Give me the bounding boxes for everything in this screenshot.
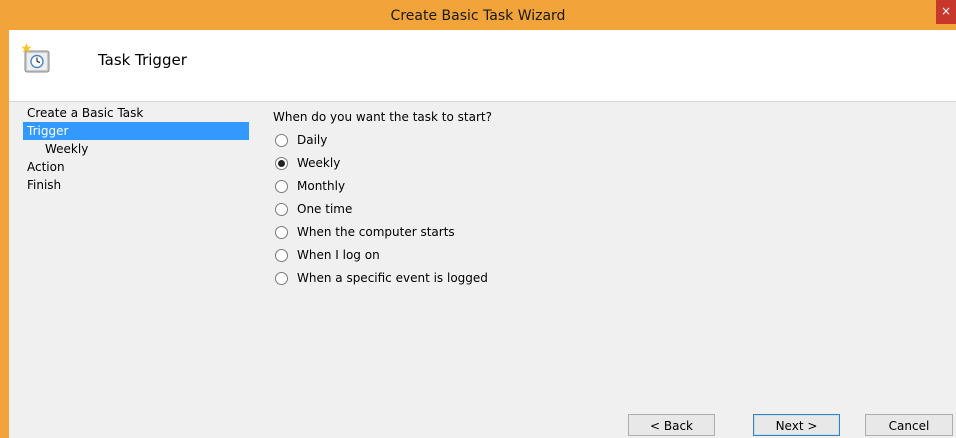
trigger-options: Daily Weekly Monthly One time When the c… [273,129,953,290]
radio-option-daily[interactable]: Daily [273,129,953,152]
radio-button[interactable] [275,203,288,216]
back-button[interactable]: < Back [628,414,715,436]
nav-item-create-basic-task[interactable]: Create a Basic Task [23,104,249,122]
wizard-body: Task Trigger Create a Basic Task Trigger… [9,30,956,438]
nav-item-trigger[interactable]: Trigger [23,122,249,140]
title-bar: Create Basic Task Wizard × [0,0,956,30]
radio-button[interactable] [275,226,288,239]
radio-label: Weekly [297,156,341,170]
radio-label: Monthly [297,179,346,193]
radio-option-log-on[interactable]: When I log on [273,244,953,267]
radio-button[interactable] [275,249,288,262]
radio-label: Daily [297,133,328,147]
radio-button-selected[interactable] [275,157,288,170]
radio-option-weekly[interactable]: Weekly [273,152,953,175]
radio-label: When a specific event is logged [297,271,488,285]
radio-button[interactable] [275,180,288,193]
task-scheduler-icon [21,43,50,73]
radio-option-event-logged[interactable]: When a specific event is logged [273,267,953,290]
radio-option-computer-starts[interactable]: When the computer starts [273,221,953,244]
trigger-question: When do you want the task to start? [273,110,492,124]
cancel-button[interactable]: Cancel [865,414,953,436]
wizard-steps-nav: Create a Basic Task Trigger Weekly Actio… [23,104,249,194]
nav-item-finish[interactable]: Finish [23,176,249,194]
close-button[interactable]: × [936,0,956,24]
next-button[interactable]: Next > [753,414,840,436]
radio-button[interactable] [275,134,288,147]
trigger-panel: When do you want the task to start? Dail… [273,108,953,290]
header-divider [9,101,956,102]
radio-option-monthly[interactable]: Monthly [273,175,953,198]
radio-option-one-time[interactable]: One time [273,198,953,221]
page-title: Task Trigger [98,51,187,69]
radio-button[interactable] [275,272,288,285]
wizard-header: Task Trigger [9,30,956,101]
radio-label: When the computer starts [297,225,455,239]
nav-item-action[interactable]: Action [23,158,249,176]
radio-label: One time [297,202,353,216]
wizard-window: Create Basic Task Wizard × Task Trigger … [0,0,956,438]
window-title: Create Basic Task Wizard [390,8,566,24]
nav-item-weekly[interactable]: Weekly [23,140,249,158]
radio-label: When I log on [297,248,380,262]
